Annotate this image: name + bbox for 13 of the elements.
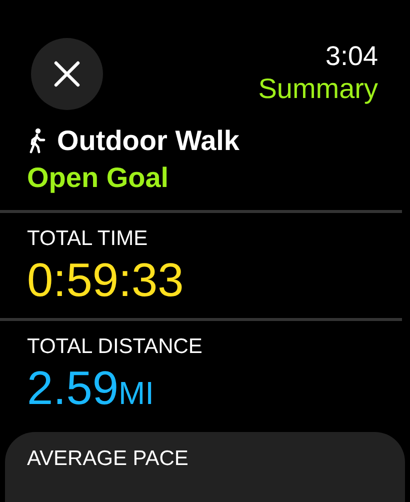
metric-card[interactable]: AVERAGE PACE <box>5 432 405 502</box>
metric-value: 2.59 <box>27 360 118 416</box>
screen-title: Summary <box>258 72 378 106</box>
metric-unit: MI <box>118 375 154 412</box>
workout-goal: Open Goal <box>27 161 170 195</box>
metric-label: TOTAL TIME <box>27 226 149 252</box>
walking-figure-icon <box>27 128 47 154</box>
metric-value: 0:59:33 <box>27 252 184 308</box>
metric-label: TOTAL DISTANCE <box>27 334 204 360</box>
close-icon <box>54 61 80 87</box>
clock-time: 3:04 <box>325 40 378 72</box>
metric-label: AVERAGE PACE <box>27 446 190 472</box>
workout-name: Outdoor Walk <box>57 124 240 158</box>
